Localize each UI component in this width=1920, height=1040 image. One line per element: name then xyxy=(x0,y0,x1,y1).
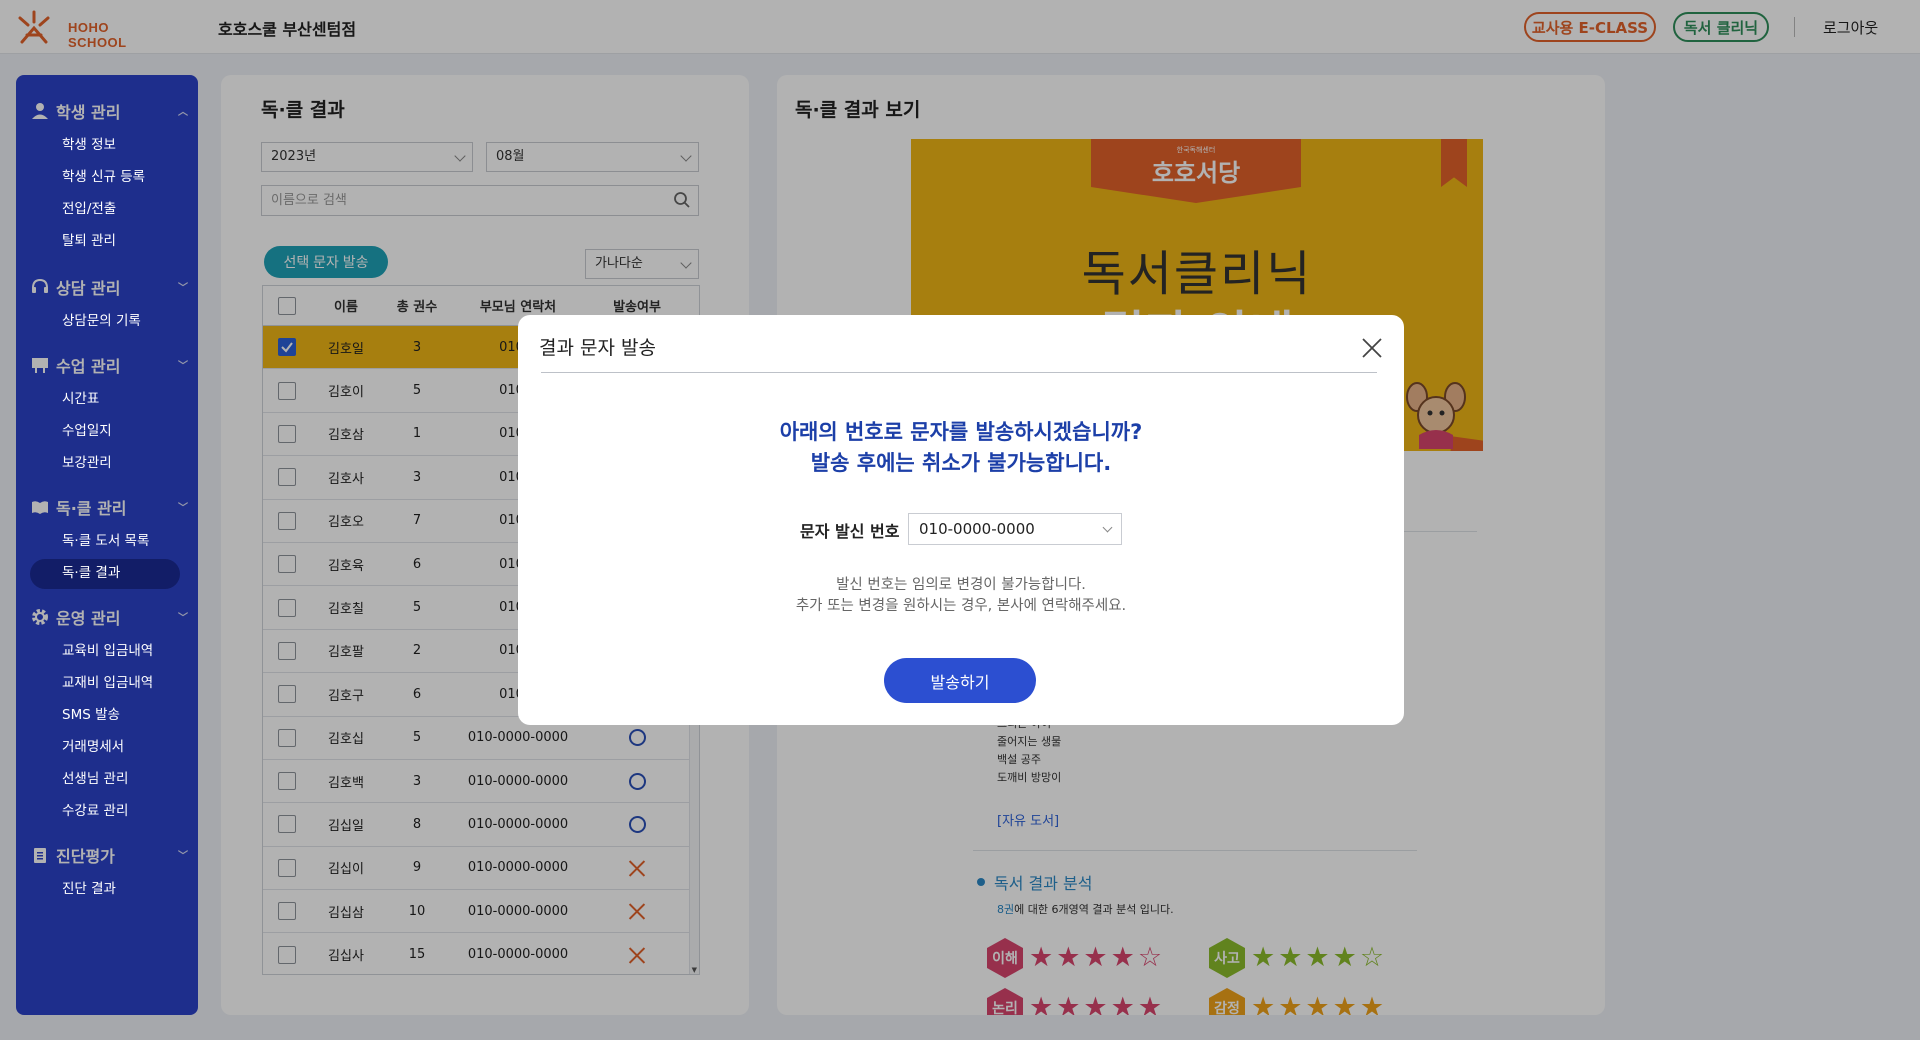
modal-confirm-message: 아래의 번호로 문자를 발송하시겠습니까? 발송 후에는 취소가 불가능합니다. xyxy=(518,417,1404,479)
modal-note-line1: 발신 번호는 임의로 변경이 불가능합니다. xyxy=(836,577,1086,593)
nav-item-label: 상담문의 기록 xyxy=(62,313,141,329)
sender-number-value: 010-0000-0000 xyxy=(919,520,1035,538)
send-result-modal: 결과 문자 발송 아래의 번호로 문자를 발송하시겠습니까? 발송 후에는 취소… xyxy=(518,315,1404,725)
modal-message-line2: 발송 후에는 취소가 불가능합니다. xyxy=(810,451,1112,475)
nav-item-label: 수업일지 xyxy=(62,423,112,439)
modal-note: 발신 번호는 임의로 변경이 불가능합니다. 추가 또는 변경을 원하시는 경우… xyxy=(518,575,1404,617)
sender-number-label: 문자 발신 번호 xyxy=(800,522,900,541)
nav-item-label: 수강료 관리 xyxy=(62,803,129,819)
modal-divider xyxy=(541,372,1377,373)
nav-item-label: 진단 결과 xyxy=(62,881,116,897)
nav-item-label: 교육비 입금내역 xyxy=(62,643,154,659)
modal-note-line2: 추가 또는 변경을 원하시는 경우, 본사에 연락해주세요. xyxy=(795,598,1127,614)
nav-item-label: 시간표 xyxy=(62,391,100,407)
nav-item-label: 전입/전출 xyxy=(62,201,117,217)
close-icon[interactable] xyxy=(1357,333,1387,363)
send-button[interactable]: 발송하기 xyxy=(884,658,1036,703)
nav-item-label: 독·클 결과 xyxy=(62,565,121,581)
nav-item-label: 교재비 입금내역 xyxy=(62,675,154,691)
nav-item-label: 학생 정보 xyxy=(62,137,116,153)
nav-item-label: 보강관리 xyxy=(62,455,112,471)
sender-number-select[interactable]: 010-0000-0000 xyxy=(908,513,1122,545)
nav-item-label: 선생님 관리 xyxy=(62,771,129,787)
nav-item-label: 거래명세서 xyxy=(62,739,125,755)
modal-title: 결과 문자 발송 xyxy=(539,337,656,359)
nav-item-label: SMS 발송 xyxy=(62,707,120,723)
nav-item-label: 학생 신규 등록 xyxy=(62,169,146,185)
modal-message-line1: 아래의 번호로 문자를 발송하시겠습니까? xyxy=(779,420,1143,444)
nav-item-label: 탈퇴 관리 xyxy=(62,233,116,249)
chevron-down-icon xyxy=(1102,522,1113,533)
nav-item-label: 독·클 도서 목록 xyxy=(62,533,150,549)
